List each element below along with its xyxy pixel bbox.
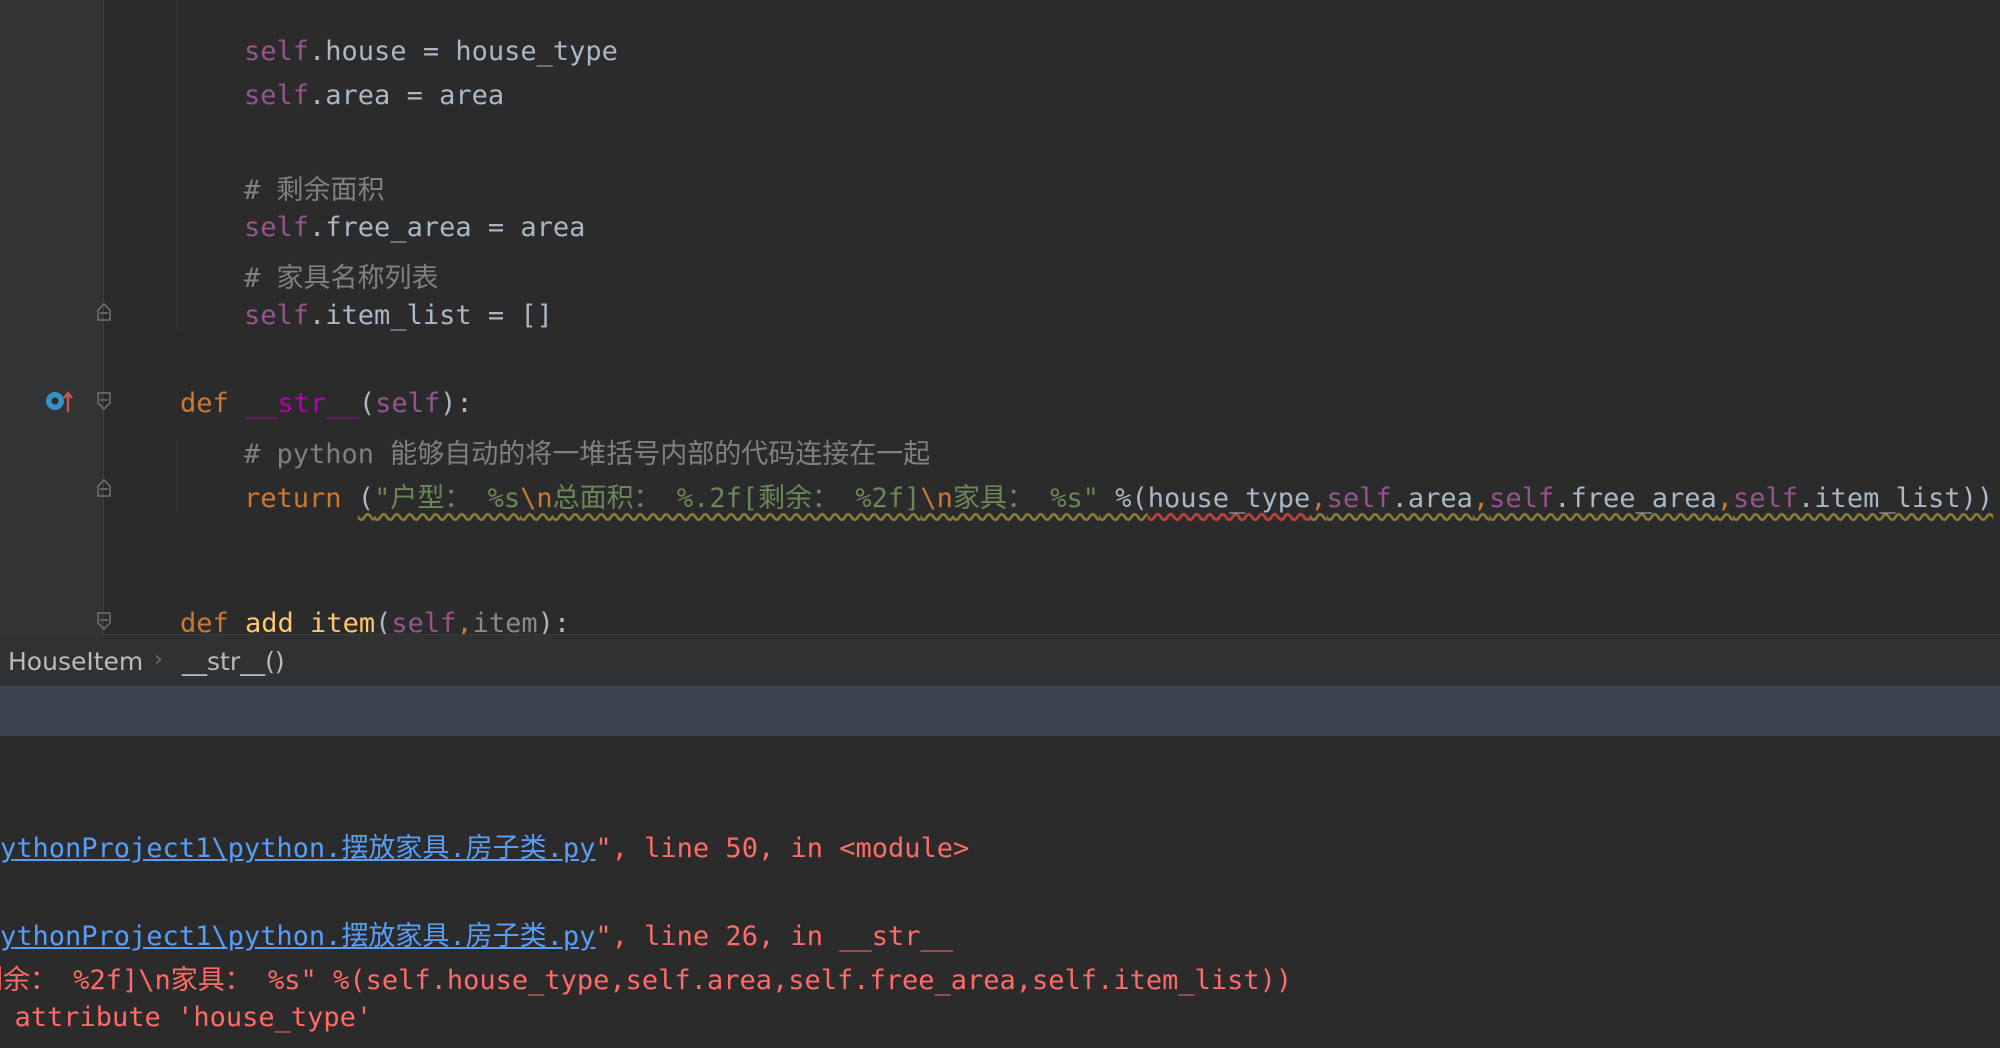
code-line: 23 xyxy=(0,338,2000,382)
override-method-icon[interactable] xyxy=(44,388,73,414)
code-comment: # 剩余面积 xyxy=(244,175,385,206)
code-line: 26 return ("户型： %s\n总面积： %.2f[剩余： %2f]\n… xyxy=(244,483,1994,514)
traceback-line: ythonProject1\python.摆放家具.房子类.py", line … xyxy=(0,921,954,952)
run-panel-header xyxy=(0,686,2000,736)
file-link[interactable]: ythonProject1\python.摆放家具.房子类.py xyxy=(0,833,595,864)
traceback-line: ythonProject1\python.摆放家具.房子类.py", line … xyxy=(0,833,970,864)
error-message: o attribute 'house_type' xyxy=(0,1002,373,1033)
code-line: 22 self.item_list = [] xyxy=(244,300,553,331)
code-editor[interactable]: 15 16 self.house = house_type 17 self.ar… xyxy=(0,0,2000,634)
code-comment: # python 能够自动的将一堆括号内部的代码连接在一起 xyxy=(244,439,931,470)
breadcrumb-method[interactable]: __str__() xyxy=(182,647,285,676)
code-line: 29 def add_item(self,item): xyxy=(180,608,571,634)
code-line: 27 xyxy=(0,514,2000,558)
code-line: 16 self.house = house_type xyxy=(244,36,618,67)
code-comment: # 家具名称列表 xyxy=(244,263,439,294)
breadcrumb: HouseItem › __str__() xyxy=(0,634,2000,687)
fold-start-icon[interactable] xyxy=(97,392,111,410)
code-line: 25 # python 能够自动的将一堆括号内部的代码连接在一起 xyxy=(0,426,2000,470)
code-line: 15 xyxy=(0,0,2000,30)
code-line: 18 xyxy=(0,118,2000,162)
file-link[interactable]: ythonProject1\python.摆放家具.房子类.py xyxy=(0,921,595,952)
code-line: 19 # 剩余面积 xyxy=(0,162,2000,206)
fold-end-icon[interactable] xyxy=(97,303,111,321)
breadcrumb-class[interactable]: HouseItem xyxy=(8,647,143,676)
code-line: 28 xyxy=(0,558,2000,602)
code-line: 24 def __str__(self): xyxy=(180,388,473,419)
traceback-code-line: 剩余： %2f]\n家具： %s" %(self.house_type,self… xyxy=(0,965,1293,996)
code-line: 17 self.area = area xyxy=(244,80,505,111)
code-line: 20 self.free_area = area xyxy=(244,212,586,243)
code-line: 21 # 家具名称列表 xyxy=(0,250,2000,294)
breadcrumb-separator: › xyxy=(154,647,163,672)
fold-end-icon[interactable] xyxy=(97,479,111,497)
run-console[interactable]: ythonProject1\python.摆放家具.房子类.py", line … xyxy=(0,736,2000,1048)
fold-start-icon[interactable] xyxy=(97,612,111,630)
